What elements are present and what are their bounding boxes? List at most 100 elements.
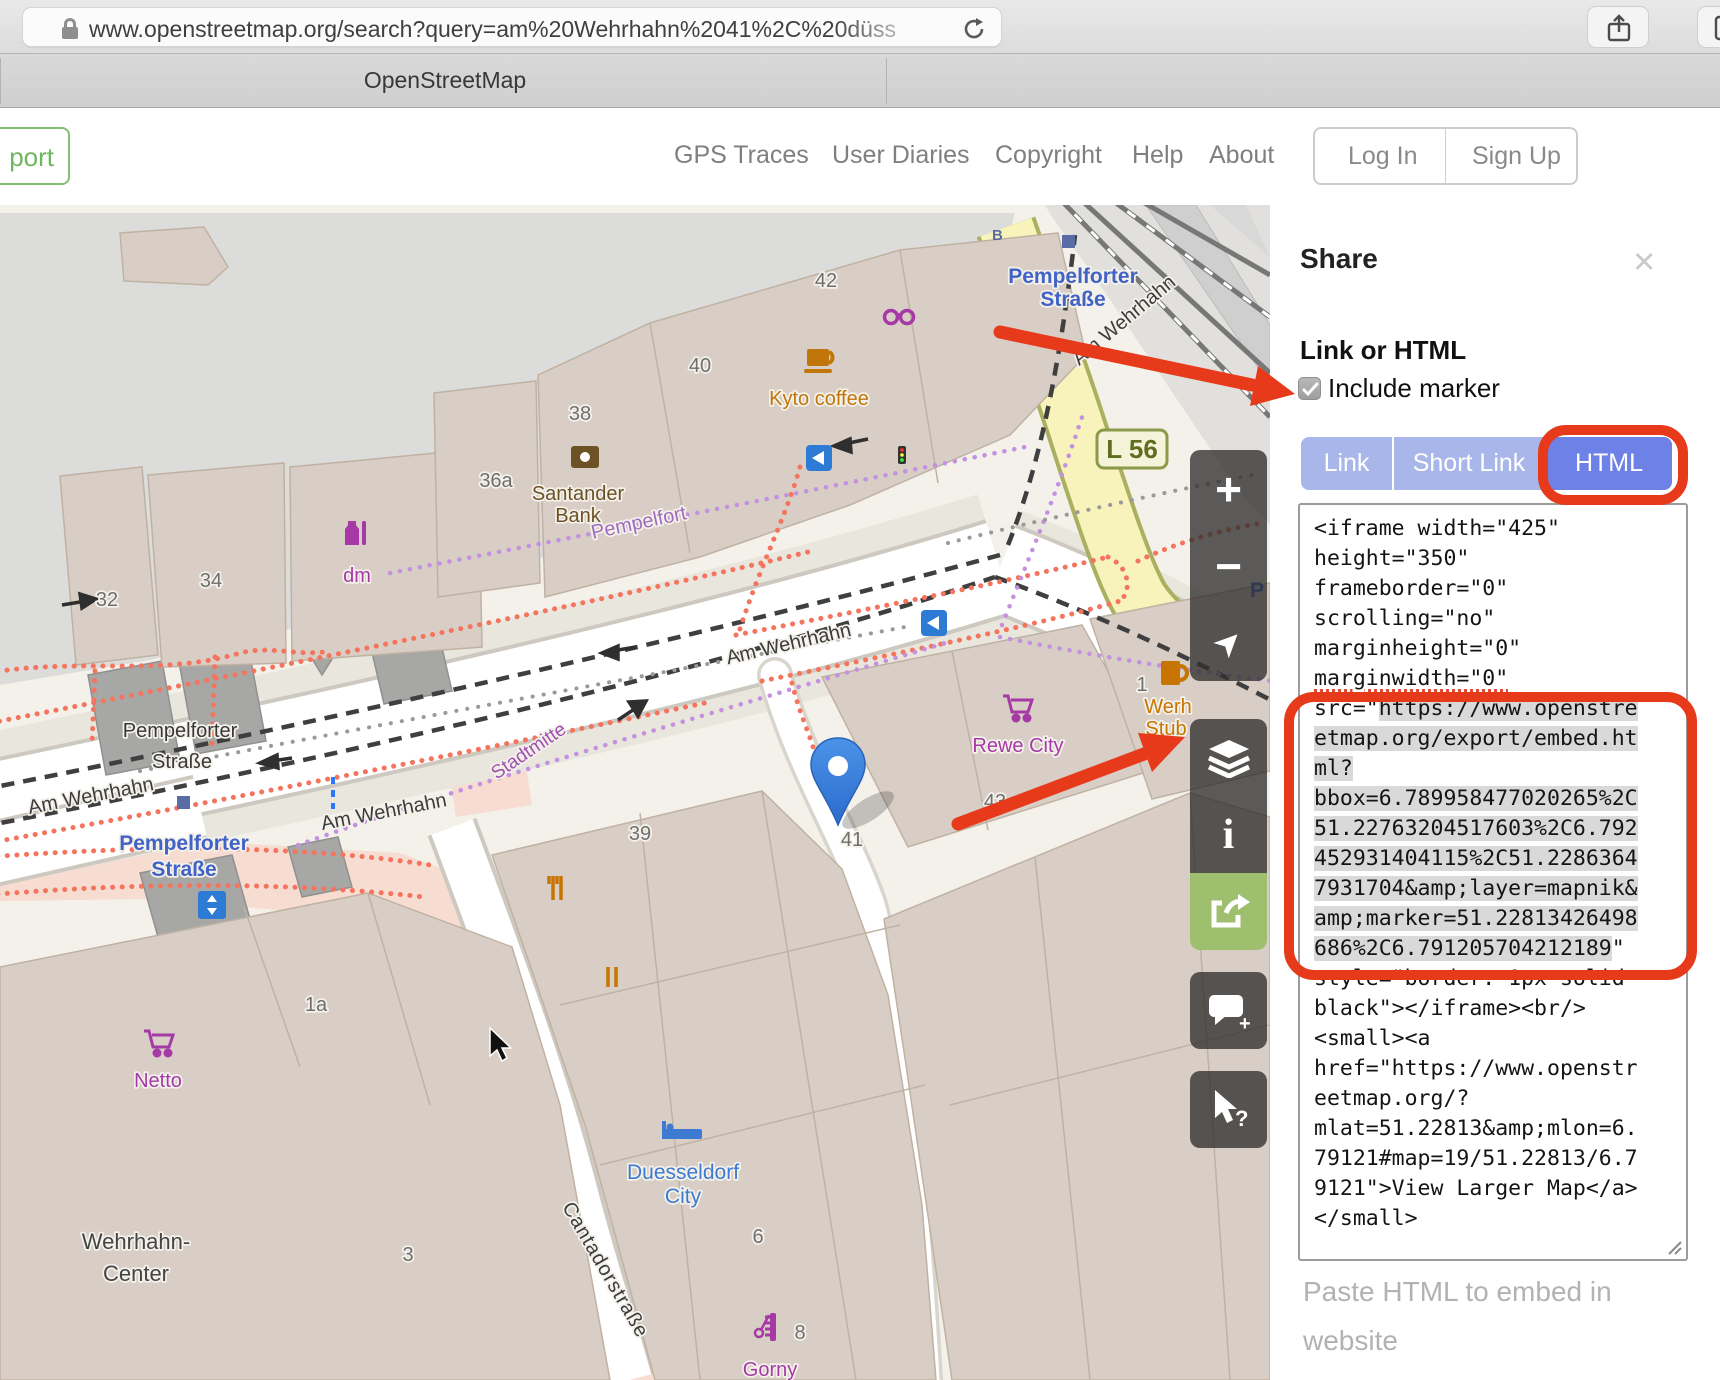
- minus-icon: −: [1215, 543, 1242, 589]
- export-button[interactable]: port: [0, 127, 70, 185]
- info-icon: i: [1223, 814, 1235, 856]
- svg-text:1: 1: [1136, 674, 1147, 696]
- url-fade: [833, 10, 953, 46]
- code-before: <iframe width="425" height="350" framebo…: [1314, 516, 1560, 661]
- map-canvas[interactable]: Pempelforter Straße Am Wehrhahn 42 40 Ky…: [0, 205, 1270, 1380]
- query-features-button[interactable]: ?: [1190, 1071, 1267, 1148]
- svg-text:40: 40: [689, 355, 711, 377]
- add-note-button[interactable]: +: [1190, 972, 1267, 1049]
- nav-about[interactable]: About: [1209, 141, 1274, 170]
- svg-text:Stub: Stub: [1145, 718, 1186, 740]
- svg-text:8: 8: [794, 1322, 805, 1344]
- include-marker-checkbox[interactable]: [1298, 377, 1321, 400]
- svg-text:1a: 1a: [305, 994, 328, 1016]
- cafe-icon: [804, 349, 833, 373]
- lock-icon: [59, 17, 81, 41]
- svg-text:39: 39: [629, 823, 651, 845]
- nav-user-diaries[interactable]: User Diaries: [832, 141, 970, 170]
- tram-stop-icon-2: [1062, 235, 1075, 248]
- code-src-attr: src=": [1314, 696, 1379, 721]
- chemist-icon: [345, 521, 366, 545]
- reload-icon[interactable]: [961, 16, 987, 42]
- map-info-button[interactable]: i: [1190, 796, 1267, 873]
- embed-code-textarea[interactable]: <iframe width="425" height="350" framebo…: [1298, 503, 1688, 1261]
- tab-link[interactable]: Link: [1301, 437, 1392, 490]
- locate-button[interactable]: ➤: [1190, 604, 1267, 681]
- code-after: " style="border: 1px solid black"></ifra…: [1314, 936, 1638, 1231]
- svg-text:?: ?: [1235, 1106, 1248, 1131]
- tram-stop-icon: [177, 796, 190, 809]
- code-misspelled: marginwidth="0": [1314, 666, 1508, 691]
- svg-text:38: 38: [569, 403, 591, 425]
- svg-text:Straße: Straße: [151, 858, 216, 881]
- svg-text:41: 41: [841, 829, 863, 851]
- bank-icon: [571, 446, 599, 468]
- svg-text:B: B: [992, 227, 1003, 244]
- svg-text:32: 32: [96, 589, 118, 611]
- browser-toolbar: www.openstreetmap.org/search?query=am%20…: [0, 0, 1720, 54]
- traffic-signal-icon: [898, 446, 906, 464]
- link-or-html-heading: Link or HTML: [1300, 335, 1466, 366]
- svg-text:+: +: [1239, 1013, 1251, 1031]
- share-panel: Share ✕ Link or HTML Include marker Link…: [1270, 205, 1720, 1380]
- road-ref-badge: L 56: [1097, 430, 1167, 468]
- url-bar[interactable]: www.openstreetmap.org/search?query=am%20…: [22, 7, 1002, 47]
- svg-text:L 56: L 56: [1106, 434, 1158, 464]
- code-selected-url: https://www.openstre etmap.org/export/em…: [1314, 696, 1638, 961]
- svg-text:Kyto coffee: Kyto coffee: [769, 388, 869, 410]
- paste-html-hint: Paste HTML to embed in website: [1303, 1267, 1612, 1365]
- svg-text:Straße: Straße: [152, 751, 212, 773]
- svg-text:Pempelforter: Pempelforter: [1008, 265, 1138, 288]
- map-svg[interactable]: Pempelforter Straße Am Wehrhahn 42 40 Ky…: [0, 205, 1270, 1380]
- auth-buttons: Log In Sign Up: [1313, 127, 1578, 185]
- nav-copyright[interactable]: Copyright: [995, 141, 1102, 170]
- svg-text:Pempelforter: Pempelforter: [119, 832, 249, 855]
- osm-header: port GPS Traces User Diaries Copyright H…: [0, 108, 1720, 205]
- zoom-in-button[interactable]: +: [1190, 450, 1267, 527]
- svg-text:Gorny: Gorny: [743, 1359, 797, 1380]
- svg-text:Straße: Straße: [1040, 288, 1105, 311]
- svg-text:Pempelforter: Pempelforter: [123, 720, 238, 742]
- screenshot-root: www.openstreetmap.org/search?query=am%20…: [0, 0, 1720, 1380]
- elevator-icon: [198, 891, 226, 919]
- svg-text:Rewe City: Rewe City: [972, 735, 1063, 757]
- svg-text:43: 43: [984, 791, 1006, 813]
- svg-text:Santander: Santander: [532, 483, 625, 505]
- query-icon: ?: [1207, 1088, 1251, 1132]
- browser-tab-bar: OpenStreetMap: [0, 54, 1720, 108]
- svg-text:3: 3: [402, 1244, 413, 1266]
- share-panel-title: Share: [1300, 243, 1378, 275]
- textarea-resize-grip[interactable]: [1666, 1239, 1682, 1255]
- svg-text:6: 6: [752, 1226, 763, 1248]
- zoom-out-button[interactable]: −: [1190, 527, 1267, 604]
- close-icon[interactable]: ✕: [1632, 245, 1656, 280]
- nav-help[interactable]: Help: [1132, 141, 1183, 170]
- share-page-button[interactable]: [1587, 6, 1649, 48]
- tabs-button[interactable]: [1697, 6, 1720, 48]
- nav-gps-traces[interactable]: GPS Traces: [674, 141, 809, 170]
- layers-button[interactable]: [1190, 719, 1267, 796]
- plus-icon: +: [1215, 466, 1242, 512]
- svg-text:City: City: [665, 1185, 702, 1208]
- url-text: www.openstreetmap.org/search?query=am%20…: [89, 16, 939, 42]
- svg-text:Center: Center: [103, 1261, 169, 1286]
- svg-text:Netto: Netto: [134, 1070, 182, 1092]
- svg-text:dm: dm: [343, 565, 371, 587]
- browser-tab-title[interactable]: OpenStreetMap: [260, 67, 630, 94]
- tab-short-link[interactable]: Short Link: [1394, 437, 1544, 490]
- svg-text:36a: 36a: [479, 470, 513, 492]
- tab-html[interactable]: HTML: [1546, 437, 1672, 490]
- signup-button[interactable]: Sign Up: [1472, 142, 1561, 171]
- svg-text:34: 34: [200, 570, 222, 592]
- include-marker-label: Include marker: [1328, 373, 1500, 404]
- share-map-button[interactable]: [1190, 873, 1267, 950]
- svg-text:42: 42: [815, 270, 837, 292]
- login-button[interactable]: Log In: [1348, 142, 1418, 171]
- note-icon: +: [1207, 991, 1251, 1031]
- share-icon: [1208, 893, 1250, 931]
- locate-icon: ➤: [1204, 618, 1252, 666]
- svg-text:Duesseldorf: Duesseldorf: [627, 1161, 739, 1184]
- layers-icon: [1207, 738, 1251, 778]
- svg-text:Wehrhahn-: Wehrhahn-: [82, 1229, 190, 1254]
- svg-text:Werh: Werh: [1144, 696, 1191, 718]
